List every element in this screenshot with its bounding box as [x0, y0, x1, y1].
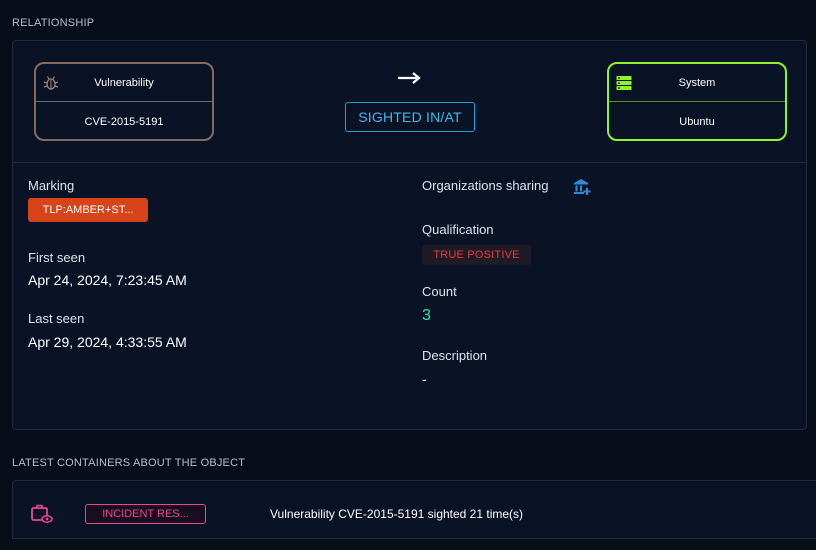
target-entity-name: Ubuntu: [679, 115, 715, 128]
last-seen-label: Last seen: [28, 311, 85, 326]
relationship-section-title: RELATIONSHIP: [12, 17, 95, 29]
source-entity-type: Vulnerability: [94, 76, 154, 89]
qualification-label: Qualification: [422, 222, 494, 237]
divider: [12, 538, 816, 539]
source-entity-header: Vulnerability: [36, 64, 212, 102]
description-value: -: [422, 371, 427, 387]
target-entity-card[interactable]: System Ubuntu: [607, 62, 787, 141]
server-icon: [616, 76, 632, 90]
count-value: 3: [422, 307, 431, 324]
marking-chip[interactable]: TLP:AMBER+ST...: [28, 198, 148, 222]
organization-add-icon[interactable]: [573, 178, 591, 196]
first-seen-label: First seen: [28, 250, 86, 265]
description-label: Description: [422, 348, 488, 363]
container-name: Vulnerability CVE-2015-5191 sighted 21 t…: [270, 507, 524, 521]
relationship-panel: Vulnerability CVE-2015-5191 SIGHTED IN/A…: [12, 40, 807, 430]
last-seen-value: Apr 29, 2024, 4:33:55 AM: [28, 334, 187, 350]
count-label: Count: [422, 284, 457, 299]
organizations-sharing-label: Organizations sharing: [422, 178, 549, 193]
bug-icon: [43, 76, 59, 90]
first-seen-value: Apr 24, 2024, 7:23:45 AM: [28, 272, 187, 288]
list-item[interactable]: INCIDENT RES... Vulnerability CVE-2015-5…: [12, 480, 816, 539]
container-type-badge: INCIDENT RES...: [85, 504, 206, 524]
containers-section-title: LATEST CONTAINERS ABOUT THE OBJECT: [12, 457, 246, 469]
qualification-badge: TRUE POSITIVE: [422, 245, 531, 265]
relationship-type-badge: SIGHTED IN/AT: [345, 102, 475, 132]
relationship-row: Vulnerability CVE-2015-5191 SIGHTED IN/A…: [13, 41, 806, 163]
case-eye-icon: [31, 504, 53, 523]
source-entity-name: CVE-2015-5191: [84, 115, 164, 128]
arrow-right-icon: [398, 72, 421, 84]
target-entity-header: System: [609, 64, 785, 102]
source-entity-card[interactable]: Vulnerability CVE-2015-5191: [34, 62, 214, 141]
target-entity-type: System: [678, 76, 716, 89]
marking-label: Marking: [28, 178, 75, 193]
